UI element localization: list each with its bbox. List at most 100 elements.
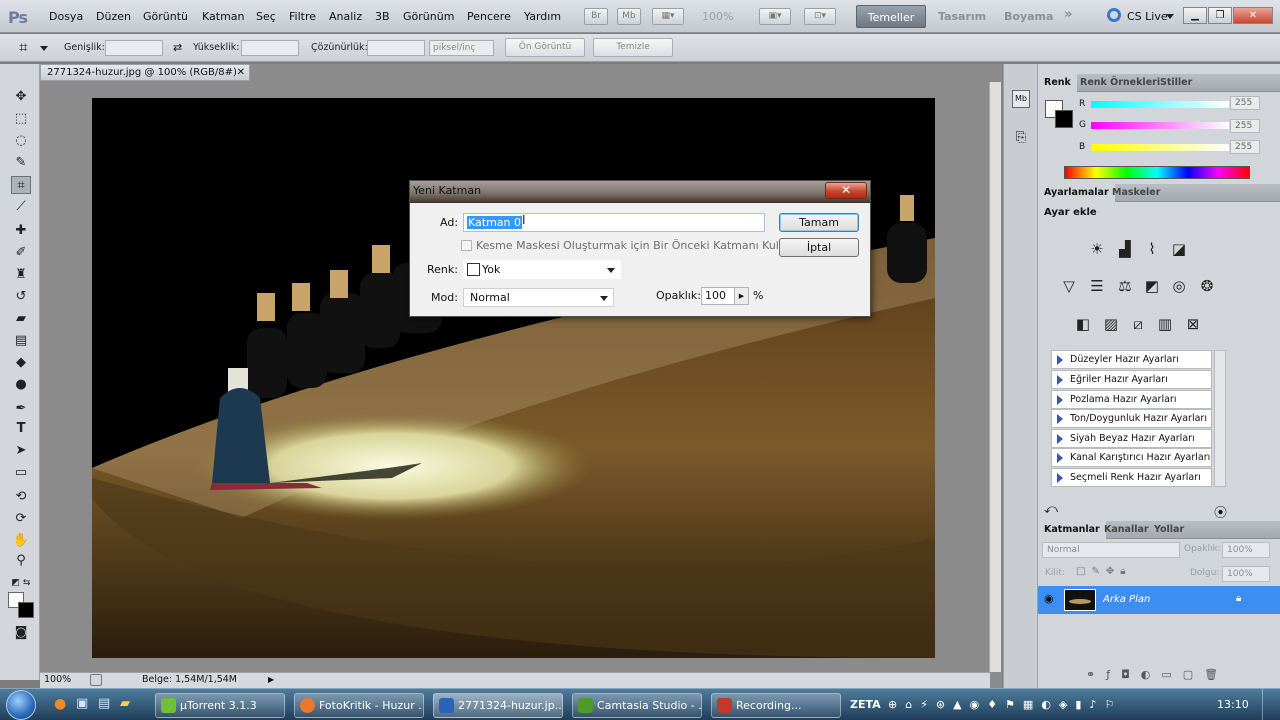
menu-dosya[interactable]: Dosya: [49, 10, 83, 23]
workspace-temeller[interactable]: Temeller: [856, 5, 926, 28]
clock[interactable]: 13:10: [1217, 698, 1249, 711]
cs-live-menu[interactable]: CS Live: [1127, 10, 1168, 23]
color-select[interactable]: Yok: [463, 260, 621, 279]
marquee-tool-icon[interactable]: ⬚: [11, 110, 31, 128]
quick-selection-tool-icon[interactable]: ✎: [11, 154, 31, 172]
blend-mode-select[interactable]: Normal: [1042, 542, 1180, 558]
preset-exposure[interactable]: Pozlama Hazır Ayarları: [1051, 390, 1212, 409]
explorer-quicklaunch-icon[interactable]: ▣: [76, 696, 88, 711]
width-input[interactable]: [105, 40, 163, 56]
tab-katmanlar[interactable]: Katmanlar: [1038, 521, 1106, 539]
blur-tool-icon[interactable]: ◆: [11, 354, 31, 372]
quick-mask-icon[interactable]: ◙: [11, 624, 31, 642]
history-brush-tool-icon[interactable]: ↺: [11, 288, 31, 306]
brush-tool-icon[interactable]: ✐: [11, 244, 31, 262]
gradient-tool-icon[interactable]: ▤: [11, 332, 31, 350]
crop-tool-active-icon[interactable]: ⌗: [11, 176, 31, 194]
fill-input[interactable]: 100%: [1222, 566, 1270, 582]
task-photoshop[interactable]: 2771324-huzur.jp...: [433, 693, 563, 718]
menu-duzen[interactable]: Düzen: [96, 10, 131, 23]
menu-gorunum[interactable]: Görünüm: [403, 10, 454, 23]
dialog-close-button[interactable]: ✕: [825, 182, 867, 199]
view-extras-button[interactable]: ▦▾: [652, 8, 684, 25]
firefox-quicklaunch-icon[interactable]: ●: [54, 696, 66, 712]
vibrance-icon[interactable]: ▽: [1058, 275, 1080, 297]
move-tool-icon[interactable]: ✥: [11, 88, 31, 106]
levels-icon[interactable]: ▟: [1114, 238, 1136, 260]
return-to-list-icon[interactable]: ⤺: [1044, 502, 1058, 517]
close-document-icon[interactable]: ✕: [237, 65, 245, 80]
show-desktop-button[interactable]: [1262, 689, 1280, 720]
mini-bridge-button[interactable]: Mb: [617, 8, 641, 25]
color-balance-icon[interactable]: ⚖: [1114, 275, 1136, 297]
clone-stamp-tool-icon[interactable]: ♜: [11, 266, 31, 284]
tab-kanallar[interactable]: Kanallar: [1098, 521, 1155, 539]
status-zoom[interactable]: 100%: [44, 673, 71, 687]
color-spectrum-bar[interactable]: [1064, 166, 1250, 179]
resolution-input[interactable]: [367, 40, 425, 56]
path-selection-tool-icon[interactable]: ➤: [11, 442, 31, 460]
task-recording[interactable]: Recording...: [711, 693, 841, 718]
clear-button[interactable]: Temizle: [593, 38, 673, 57]
channel-mixer-icon[interactable]: ❂: [1196, 275, 1218, 297]
clip-to-layer-icon[interactable]: ⦿: [1214, 502, 1227, 521]
resolution-unit-select[interactable]: piksel/inç: [429, 40, 494, 56]
menu-filtre[interactable]: Filtre: [289, 10, 316, 23]
preset-levels[interactable]: Düzeyler Hazır Ayarları: [1051, 350, 1212, 369]
clipping-mask-checkbox[interactable]: [461, 240, 472, 251]
mini-bridge-icon[interactable]: Mb: [1012, 90, 1030, 108]
preset-black-white[interactable]: Siyah Beyaz Hazır Ayarları: [1051, 429, 1212, 448]
workspace-tasarim[interactable]: Tasarım: [938, 10, 986, 23]
visibility-eye-icon[interactable]: ◉: [1044, 592, 1054, 605]
healing-brush-tool-icon[interactable]: ✚: [11, 222, 31, 240]
lasso-tool-icon[interactable]: ◌: [11, 132, 31, 150]
front-image-button[interactable]: Ön Görüntü: [505, 38, 585, 57]
start-button[interactable]: [6, 690, 36, 720]
workspace-boyama[interactable]: Boyama: [1004, 10, 1053, 23]
status-menu-arrow-icon[interactable]: ▶: [268, 673, 274, 687]
3d-rotate-tool-icon[interactable]: ⟲: [11, 488, 31, 506]
layer-row[interactable]: ◉ Arka Plan 🔒︎: [1038, 586, 1280, 614]
preset-selective-color[interactable]: Seçmeli Renk Hazır Ayarları: [1051, 468, 1212, 487]
channel-b-slider[interactable]: [1091, 144, 1229, 151]
show-desktop-icon[interactable]: ▤: [98, 696, 110, 711]
history-panel-icon[interactable]: ⎘: [1012, 130, 1030, 148]
arrange-documents-button[interactable]: ▣▾: [759, 8, 791, 25]
crop-tool-icon[interactable]: ⌗: [19, 38, 27, 56]
pen-tool-icon[interactable]: ✒: [11, 400, 31, 418]
brightness-contrast-icon[interactable]: ☀: [1086, 238, 1108, 260]
menu-analiz[interactable]: Analiz: [329, 10, 362, 23]
layer-name-input[interactable]: Katman 0 I: [463, 213, 765, 232]
menu-yardim[interactable]: Yardım: [524, 10, 561, 23]
tab-yollar[interactable]: Yollar: [1148, 521, 1190, 539]
swap-dimensions-icon[interactable]: ⇄: [173, 41, 182, 54]
channel-g-value[interactable]: 255: [1230, 119, 1260, 133]
preset-curves[interactable]: Eğriler Hazır Ayarları: [1051, 370, 1212, 389]
channel-r-slider[interactable]: [1091, 101, 1229, 108]
lock-icons[interactable]: □✎✥🔒︎: [1076, 566, 1132, 577]
vertical-scrollbar[interactable]: [989, 82, 1001, 672]
type-tool-icon[interactable]: T: [11, 420, 31, 438]
task-camtasia[interactable]: Camtasia Studio - ...: [572, 693, 702, 718]
document-tab[interactable]: 2771324-huzur.jpg @ 100% (RGB/8#) ✕: [40, 64, 250, 81]
menu-3b[interactable]: 3B: [375, 10, 390, 23]
tool-preset-chevron-icon[interactable]: [40, 46, 48, 51]
workspace-more-button[interactable]: »: [1064, 7, 1072, 22]
exposure-icon[interactable]: ◪: [1168, 238, 1190, 260]
layer-name[interactable]: Arka Plan: [1103, 594, 1150, 605]
hand-tool-icon[interactable]: ✋: [11, 532, 31, 550]
gradient-map-icon[interactable]: ▥: [1154, 313, 1176, 335]
minimize-button[interactable]: ▁: [1183, 7, 1207, 24]
menu-pencere[interactable]: Pencere: [467, 10, 511, 23]
hue-saturation-icon[interactable]: ☰: [1086, 275, 1108, 297]
task-firefox[interactable]: FotoKritik - Huzur ...: [294, 693, 424, 718]
curves-icon[interactable]: ⌇: [1141, 238, 1163, 260]
screen-mode-button[interactable]: ⊡▾: [804, 8, 836, 25]
dodge-tool-icon[interactable]: ●: [11, 376, 31, 394]
default-colors-icon[interactable]: ◩ ⇆: [11, 574, 31, 592]
eyedropper-tool-icon[interactable]: ⟋: [11, 198, 31, 216]
color-bg-swatch[interactable]: [1055, 110, 1073, 128]
selective-color-icon[interactable]: ⊠: [1182, 313, 1204, 335]
shape-tool-icon[interactable]: ▭: [11, 464, 31, 482]
tab-stiller[interactable]: Stiller: [1154, 74, 1198, 92]
